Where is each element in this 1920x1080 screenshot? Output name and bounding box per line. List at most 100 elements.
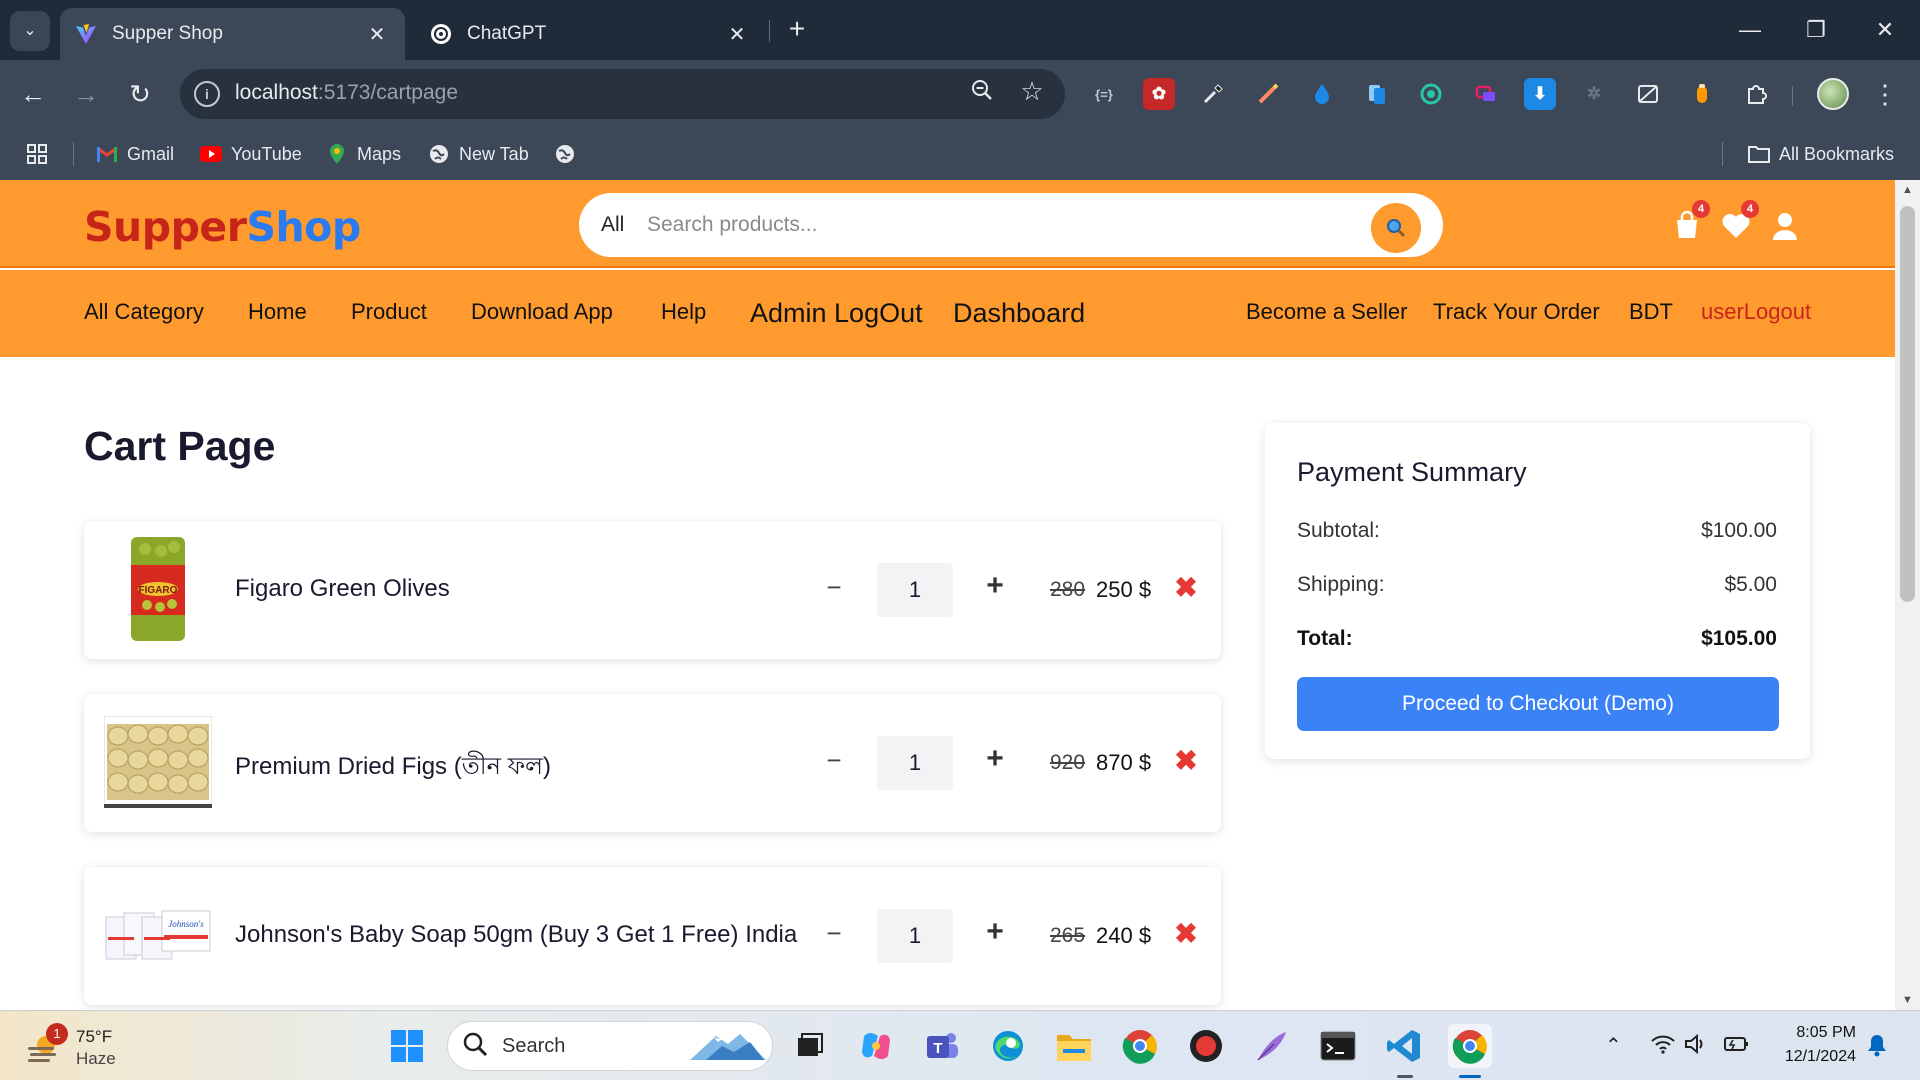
chrome-button[interactable] [1118,1024,1162,1068]
back-button[interactable]: ← [13,74,53,114]
remove-item-button[interactable]: ✖ [1171,571,1201,605]
clock-time: 8:05 PM [1796,1024,1856,1041]
product-name[interactable]: Premium Dried Figs (তীন ফল) [235,748,551,788]
bookmark-youtube[interactable]: YouTube [200,141,302,167]
weather-widget[interactable]: 1 75°F Haze [24,1023,184,1071]
docs-extension-icon[interactable] [1361,78,1393,110]
account-button[interactable] [1768,204,1802,242]
paw-extension-icon[interactable]: ✿ [1143,78,1175,110]
bookmark-new-tab[interactable]: New Tab [428,141,529,167]
color-picker-icon[interactable] [1197,78,1229,110]
tab-chatgpt[interactable]: ChatGPT ✕ [415,8,765,60]
battery-icon[interactable] [1722,1033,1750,1061]
nav-currency[interactable]: BDT [1629,299,1673,325]
pen-extension-icon[interactable] [1252,78,1284,110]
site-info-icon[interactable]: i [194,81,220,107]
increase-quantity-button[interactable]: + [977,742,1013,778]
record-app-button[interactable] [1184,1024,1228,1068]
nav-user-logout[interactable]: userLogout [1701,299,1811,325]
remove-item-button[interactable]: ✖ [1171,744,1201,778]
download-extension-icon[interactable]: ⬇ [1524,78,1556,110]
increase-quantity-button[interactable]: + [977,915,1013,951]
quantity-value: 1 [877,909,953,963]
restore-button[interactable]: ❐ [1786,8,1846,52]
decrease-quantity-button[interactable]: − [816,569,852,605]
increase-quantity-button[interactable]: + [977,569,1013,605]
site-logo[interactable]: SupperShop [84,203,361,251]
notification-bell-icon[interactable] [1866,1033,1888,1063]
apps-grid-icon[interactable] [26,141,48,167]
taskbar-search[interactable]: Search [447,1021,773,1071]
nav-admin-logout[interactable]: Admin LogOut [750,298,923,329]
extensions-puzzle-icon[interactable] [1740,78,1772,110]
nav-home[interactable]: Home [248,299,307,325]
search-button[interactable] [1371,203,1421,253]
tab-supper-shop[interactable]: Supper Shop ✕ [60,8,405,60]
file-explorer-button[interactable] [1052,1024,1096,1068]
close-tab-icon[interactable]: ✕ [365,22,389,47]
bookmark-gmail[interactable]: Gmail [96,141,174,167]
scroll-down-arrow-icon[interactable]: ▼ [1895,990,1920,1010]
puzzle-grey-extension-icon[interactable]: ✲ [1578,78,1610,110]
nav-download-app[interactable]: Download App [471,299,613,325]
nav-dashboard[interactable]: Dashboard [953,298,1085,329]
terminal-button[interactable] [1316,1024,1360,1068]
bookmark-maps[interactable]: Maps [326,141,401,167]
product-name[interactable]: Johnson's Baby Soap 50gm (Buy 3 Get 1 Fr… [235,921,797,949]
bookmark-star-icon[interactable]: ☆ [1017,76,1047,108]
product-name[interactable]: Figaro Green Olives [235,575,450,603]
close-window-button[interactable]: ✕ [1855,8,1915,52]
nav-become-seller[interactable]: Become a Seller [1246,299,1407,325]
wishlist-button[interactable]: 4 [1719,200,1759,242]
show-hidden-icons-chevron-icon[interactable]: ⌃ [1605,1033,1622,1058]
scrollbar-thumb[interactable] [1900,206,1915,602]
json-extension-icon[interactable]: {=} [1088,78,1120,110]
vscode-button[interactable] [1382,1024,1426,1068]
decrease-quantity-button[interactable]: − [816,915,852,951]
nav-all-category[interactable]: All Category [84,299,204,325]
nav-product[interactable]: Product [351,299,427,325]
search-input[interactable] [647,205,1347,245]
page-scrollbar[interactable]: ▲ ▼ [1895,180,1920,1010]
address-bar[interactable]: i localhost:5173/cartpage ☆ [180,69,1065,119]
tab-search-menu-button[interactable]: ⌄ [10,11,50,51]
start-button[interactable] [385,1024,429,1068]
new-tab-button[interactable]: + [780,12,814,48]
edge-button[interactable] [986,1024,1030,1068]
cart-button[interactable]: 4 [1670,200,1710,242]
teams-button[interactable]: T [920,1024,964,1068]
product-search-bar: All [579,193,1443,257]
cart-item: Johnson's Johnson's Baby Soap 50gm (Buy … [84,867,1221,1005]
nav-help[interactable]: Help [661,299,706,325]
wifi-icon[interactable] [1650,1033,1676,1061]
bookmark-globe[interactable] [554,141,585,167]
all-bookmarks-button[interactable]: All Bookmarks [1748,141,1894,167]
profile-avatar[interactable] [1817,78,1849,110]
scroll-up-arrow-icon[interactable]: ▲ [1895,180,1920,200]
screenshot-extension-icon[interactable] [1632,78,1664,110]
nav-track-order[interactable]: Track Your Order [1433,299,1600,325]
search-scope[interactable]: All [601,213,624,237]
close-tab-icon[interactable]: ✕ [725,22,749,47]
reload-button[interactable]: ↻ [120,74,160,114]
original-price: 265 [1050,924,1086,947]
orange-extension-icon[interactable] [1686,78,1718,110]
forward-button[interactable]: → [66,74,106,114]
minimize-button[interactable]: — [1720,8,1780,52]
ring-extension-icon[interactable] [1415,78,1447,110]
remove-item-button[interactable]: ✖ [1171,917,1201,951]
decrease-quantity-button[interactable]: − [816,742,852,778]
drop-extension-icon[interactable] [1306,78,1338,110]
pen-app-button[interactable] [1250,1024,1294,1068]
volume-icon[interactable] [1684,1033,1708,1061]
screens-extension-icon[interactable] [1470,78,1502,110]
zoom-icon[interactable] [967,78,997,108]
browser-menu-icon[interactable]: ⋮ [1872,74,1898,114]
chrome-active-button[interactable] [1448,1024,1492,1068]
copilot-button[interactable] [854,1024,898,1068]
task-view-button[interactable] [788,1024,832,1068]
system-clock[interactable]: 8:05 PM 12/1/2024 [1770,1021,1856,1069]
url-text[interactable]: localhost:5173/cartpage [235,81,458,105]
proceed-to-checkout-button[interactable]: Proceed to Checkout (Demo) [1297,677,1779,731]
payment-summary-card: Payment Summary Subtotal: $100.00 Shippi… [1265,423,1810,759]
